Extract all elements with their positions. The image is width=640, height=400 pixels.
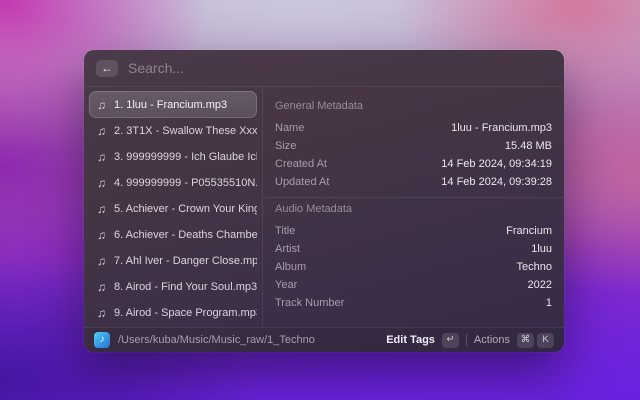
list-item[interactable]: ♫ 6. Achiever - Deaths Chamber (... bbox=[89, 222, 257, 248]
music-note-icon: ♫ bbox=[97, 124, 106, 138]
list-item[interactable]: ♫ 9. Airod - Space Program.mp3 bbox=[89, 300, 257, 326]
file-name: 6. Achiever - Deaths Chamber (... bbox=[114, 229, 257, 241]
list-item[interactable]: ♫ 7. Ahl Iver - Danger Close.mp3 bbox=[89, 248, 257, 274]
search-input[interactable] bbox=[128, 60, 552, 76]
search-bar: ← bbox=[84, 50, 564, 87]
file-name: 9. Airod - Space Program.mp3 bbox=[114, 307, 257, 319]
footer-actions: Edit Tags ↵ Actions ⌘ K bbox=[386, 332, 554, 348]
meta-label: Album bbox=[275, 261, 307, 273]
list-item[interactable]: ♫ 3. 999999999 - Ich Glaube Ich... bbox=[89, 144, 257, 170]
actions-shortcut: ⌘ K bbox=[517, 332, 554, 348]
list-item[interactable]: ♫ 2. 3T1X - Swallow These Xxxx.... bbox=[89, 118, 257, 144]
meta-row-track-number: Track Number 1 bbox=[275, 294, 552, 312]
status-bar: ♪ /Users/kuba/Music/Music_raw/1_Techno E… bbox=[84, 327, 564, 352]
meta-row-created-at: Created At 14 Feb 2024, 09:34:19 bbox=[275, 155, 552, 173]
meta-value: 1luu - Francium.mp3 bbox=[451, 122, 552, 134]
general-metadata-title: General Metadata bbox=[275, 100, 364, 112]
music-note-icon: ♫ bbox=[97, 202, 106, 216]
music-note-icon: ♫ bbox=[97, 254, 106, 268]
main-area: ♫ 1. 1luu - Francium.mp3 ♫ 2. 3T1X - Swa… bbox=[84, 87, 564, 327]
list-item[interactable]: ♫ 5. Achiever - Crown Your King.... bbox=[89, 196, 257, 222]
file-name: 8. Airod - Find Your Soul.mp3 bbox=[114, 281, 257, 293]
meta-value: 1luu bbox=[531, 243, 552, 255]
meta-value: 2022 bbox=[527, 279, 552, 291]
meta-label: Updated At bbox=[275, 176, 330, 188]
meta-label: Artist bbox=[275, 243, 301, 255]
meta-value: Techno bbox=[516, 261, 552, 273]
meta-row-name: Name 1luu - Francium.mp3 bbox=[275, 119, 552, 137]
tag-editor-window: ← ♫ 1. 1luu - Francium.mp3 ♫ 2. 3T1X - S… bbox=[84, 50, 564, 352]
enter-key-icon[interactable]: ↵ bbox=[441, 332, 459, 348]
music-note-icon: ♫ bbox=[97, 97, 106, 112]
music-note-icon: ♫ bbox=[97, 228, 106, 242]
meta-label: Name bbox=[275, 122, 305, 134]
file-name: 5. Achiever - Crown Your King.... bbox=[114, 203, 257, 215]
note-glyph-icon: ♪ bbox=[99, 334, 105, 345]
meta-value: 14 Feb 2024, 09:39:28 bbox=[441, 176, 552, 188]
music-note-icon: ♫ bbox=[97, 306, 106, 320]
meta-label: Title bbox=[275, 225, 296, 237]
meta-label: Track Number bbox=[275, 297, 345, 309]
current-folder-path: /Users/kuba/Music/Music_raw/1_Techno bbox=[118, 334, 315, 346]
back-button[interactable]: ← bbox=[96, 59, 118, 77]
file-name: 1. 1luu - Francium.mp3 bbox=[114, 98, 228, 111]
app-music-icon: ♪ bbox=[94, 332, 110, 348]
meta-row-updated-at: Updated At 14 Feb 2024, 09:39:28 bbox=[275, 173, 552, 191]
file-name: 3. 999999999 - Ich Glaube Ich... bbox=[114, 151, 257, 163]
list-item[interactable]: ♫ 8. Airod - Find Your Soul.mp3 bbox=[89, 274, 257, 300]
file-list: ♫ 1. 1luu - Francium.mp3 ♫ 2. 3T1X - Swa… bbox=[84, 87, 263, 327]
metadata-panel: General Metadata Name 1luu - Francium.mp… bbox=[263, 87, 564, 327]
meta-row-artist: Artist 1luu bbox=[275, 240, 552, 258]
meta-label: Created At bbox=[275, 158, 327, 170]
meta-value: 1 bbox=[545, 297, 552, 309]
list-item[interactable]: ♫ 1. 1luu - Francium.mp3 bbox=[89, 91, 257, 118]
meta-row-year: Year 2022 bbox=[275, 276, 552, 294]
meta-label: Year bbox=[275, 279, 298, 291]
meta-row-album: Album Techno bbox=[275, 258, 552, 276]
command-key-icon[interactable]: ⌘ bbox=[517, 332, 534, 348]
music-note-icon: ♫ bbox=[97, 176, 106, 190]
back-arrow-icon: ← bbox=[101, 61, 113, 75]
meta-label: Size bbox=[275, 140, 297, 152]
k-key-icon[interactable]: K bbox=[537, 332, 554, 348]
edit-tags-button[interactable]: Edit Tags bbox=[386, 334, 435, 346]
meta-row-size: Size 15.48 MB bbox=[275, 137, 552, 155]
music-note-icon: ♫ bbox=[97, 150, 106, 164]
file-name: 7. Ahl Iver - Danger Close.mp3 bbox=[114, 255, 257, 267]
audio-metadata-title: Audio Metadata bbox=[275, 203, 353, 215]
list-item[interactable]: ♫ 4. 999999999 - P05535510N.m... bbox=[89, 170, 257, 196]
meta-row-title: Title Francium bbox=[275, 222, 552, 240]
meta-value: Francium bbox=[506, 225, 552, 237]
actions-button[interactable]: Actions bbox=[474, 334, 510, 346]
meta-value: 14 Feb 2024, 09:34:19 bbox=[441, 158, 552, 170]
footer-divider bbox=[465, 334, 467, 346]
file-name: 2. 3T1X - Swallow These Xxxx.... bbox=[114, 125, 257, 137]
music-note-icon: ♫ bbox=[97, 280, 106, 294]
meta-value: 15.48 MB bbox=[504, 140, 552, 152]
file-name: 4. 999999999 - P05535510N.m... bbox=[114, 177, 257, 189]
